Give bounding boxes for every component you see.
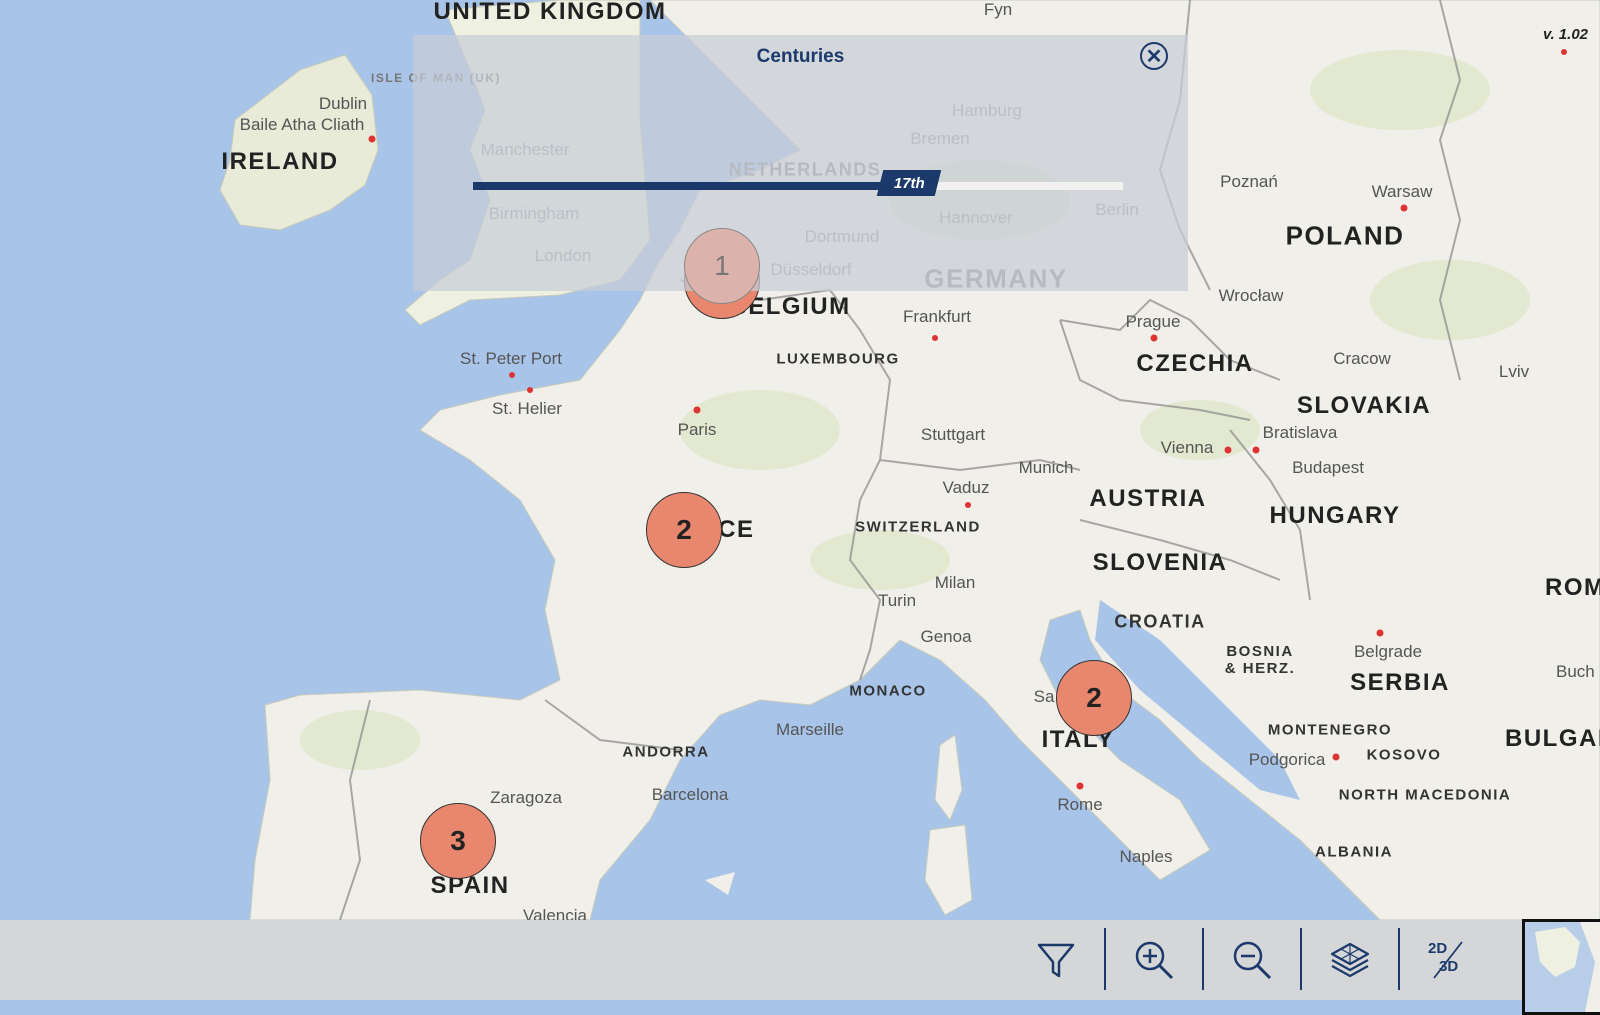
filter-icon [1037,943,1075,978]
zoom-in-button[interactable] [1106,920,1202,1000]
minimap-thumbnail[interactable] [1522,919,1600,1015]
view-toggle-2d-3d-button[interactable]: 2D 3D [1400,920,1496,1000]
cluster-marker-belgium[interactable]: 1 [684,228,760,304]
view-toggle-icon: 2D 3D [1426,938,1470,982]
centuries-panel: Centuries ✕ 17th [413,35,1188,291]
layers-button[interactable] [1302,920,1398,1000]
zoom-in-icon [1135,941,1174,980]
map-view[interactable]: UNITED KINGDOM IRELAND ISLE OF MAN (UK) … [0,0,1600,920]
centuries-title: Centuries [756,46,845,67]
century-slider-thumb[interactable]: 17th [876,170,941,196]
layers-icon [1330,942,1370,978]
century-slider-fill [473,182,909,190]
century-slider-value: 17th [893,174,924,192]
cluster-marker-france[interactable]: 2 [646,492,722,568]
century-slider-track[interactable]: 17th [473,170,1123,196]
cluster-marker-spain[interactable]: 3 [420,803,496,879]
zoom-out-icon [1233,941,1272,980]
map-toolbar: 2D 3D [0,920,1600,1000]
close-icon[interactable]: ✕ [1140,42,1168,70]
minimap-image [1525,922,1600,1012]
cluster-marker-italy[interactable]: 2 [1056,660,1132,736]
version-label: v. 1.02 [1542,26,1588,43]
zoom-out-button[interactable] [1204,920,1300,1000]
filter-button[interactable] [1008,920,1104,1000]
